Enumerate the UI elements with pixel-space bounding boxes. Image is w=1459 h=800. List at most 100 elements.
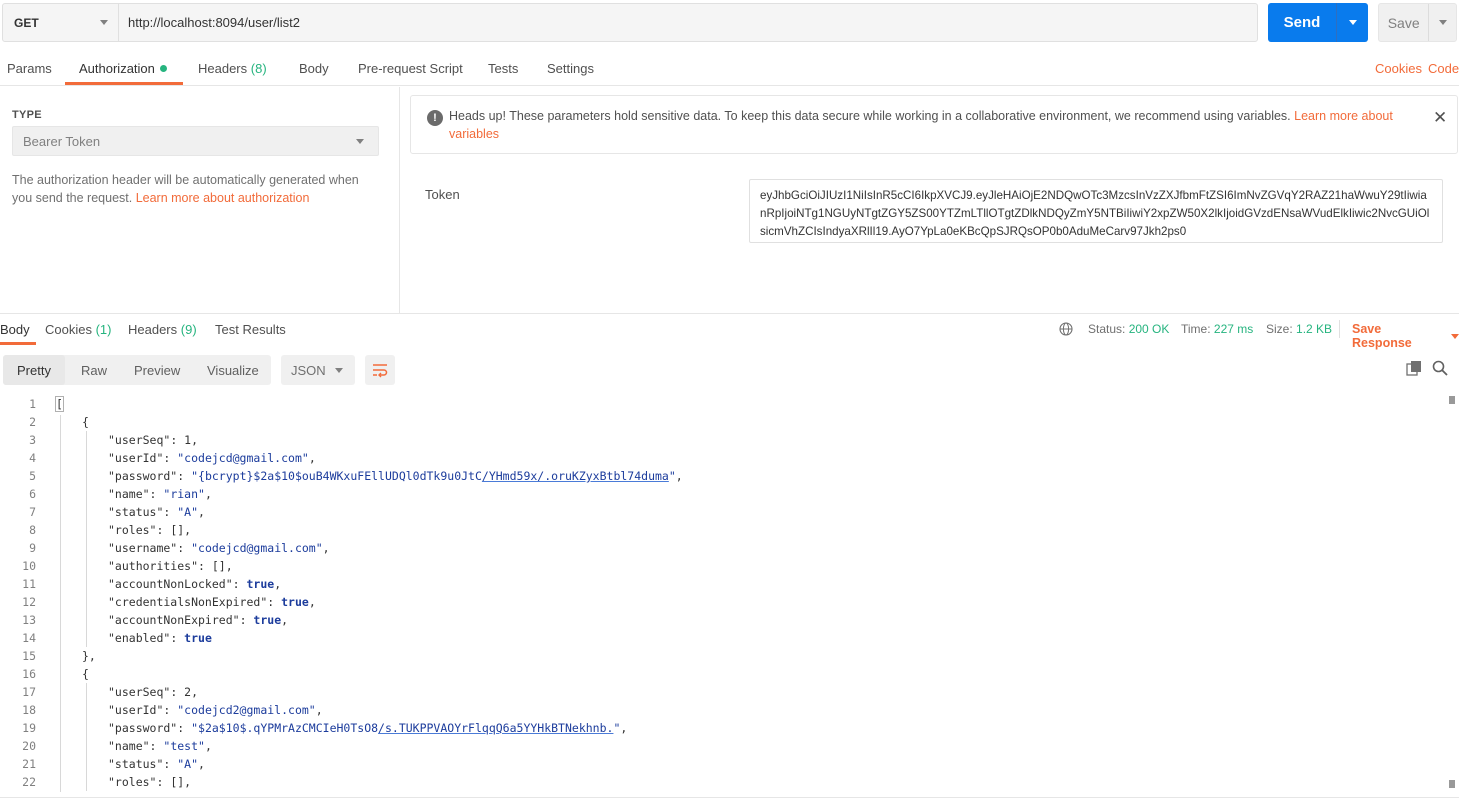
- chevron-down-icon: [356, 138, 364, 144]
- code-text: "userId": "codejcd2@gmail.com",: [108, 703, 323, 717]
- code-line: 16 {: [0, 665, 1440, 683]
- line-number: 17: [22, 685, 36, 699]
- code-text: "authorities": [],: [108, 559, 233, 573]
- wrap-lines-button[interactable]: [365, 355, 395, 385]
- code-line: 6 "name": "rian",: [0, 485, 1440, 503]
- code-text: "userSeq": 1,: [108, 433, 199, 447]
- code-line: 4 "userId": "codejcd@gmail.com",: [0, 449, 1440, 467]
- status-value: 200 OK: [1128, 322, 1170, 336]
- format-pretty[interactable]: Pretty: [17, 363, 51, 378]
- tab-headers[interactable]: Headers (8): [198, 61, 267, 76]
- active-tab-indicator: [65, 82, 183, 85]
- code-line: 13 "accountNonExpired": true,: [0, 611, 1440, 629]
- globe-icon[interactable]: [1059, 322, 1073, 336]
- line-number: 1: [29, 397, 36, 411]
- code-line: 21 "status": "A",: [0, 755, 1440, 773]
- code-text: "enabled": true: [108, 631, 212, 645]
- tab-params[interactable]: Params: [7, 61, 52, 76]
- line-number: 16: [22, 667, 36, 681]
- code-text: "roles": [],: [108, 523, 192, 537]
- tab-resp-headers-count: (9): [180, 322, 197, 337]
- save-response-label: Save Response: [1352, 322, 1412, 350]
- time-label: Time:: [1181, 322, 1211, 336]
- line-number: 21: [22, 757, 36, 771]
- tab-response-body[interactable]: Body: [0, 322, 30, 337]
- copy-icon[interactable]: [1406, 360, 1422, 376]
- language-value: JSON: [291, 362, 326, 378]
- line-number: 3: [29, 433, 36, 447]
- url-input[interactable]: http://localhost:8094/user/list2: [119, 4, 300, 41]
- auth-type-panel: TYPE Bearer Token The authorization head…: [0, 87, 400, 313]
- line-number: 5: [29, 469, 36, 483]
- indent-guide: [86, 683, 87, 791]
- auth-type-value: Bearer Token: [23, 133, 101, 149]
- tab-cookies-count: (1): [95, 322, 112, 337]
- cookies-link[interactable]: Cookies: [1375, 61, 1422, 76]
- line-number: 10: [22, 559, 36, 573]
- line-number: 14: [22, 631, 36, 645]
- type-label: TYPE: [12, 109, 42, 121]
- language-select[interactable]: JSON: [281, 355, 355, 385]
- indent-guide: [86, 431, 87, 647]
- send-options-button[interactable]: [1336, 3, 1368, 42]
- tab-response-cookies[interactable]: Cookies (1): [45, 322, 111, 337]
- scrollbar-up[interactable]: [1449, 396, 1455, 404]
- line-number: 11: [22, 577, 36, 591]
- close-icon[interactable]: ✕: [1433, 108, 1447, 128]
- time-readout: Time: 227 ms: [1181, 322, 1253, 336]
- code-text: {: [82, 667, 89, 681]
- code-text: "userSeq": 2,: [108, 685, 199, 699]
- method-select[interactable]: GET: [3, 4, 119, 41]
- code-text: "name": "rian",: [108, 487, 212, 501]
- save-label: Save: [1387, 14, 1420, 31]
- format-visualize[interactable]: Visualize: [207, 363, 259, 378]
- tab-prerequest-script[interactable]: Pre-request Script: [358, 61, 463, 76]
- code-line: 8 "roles": [],: [0, 521, 1440, 539]
- send-button[interactable]: Send: [1268, 3, 1368, 42]
- code-text: },: [82, 649, 96, 663]
- save-options-button[interactable]: [1428, 4, 1456, 41]
- tab-authorization-label: Authorization: [79, 61, 155, 76]
- code-line: 7 "status": "A",: [0, 503, 1440, 521]
- line-number: 12: [22, 595, 36, 609]
- search-icon[interactable]: [1432, 360, 1448, 376]
- auth-type-select[interactable]: Bearer Token: [12, 126, 379, 156]
- token-input[interactable]: eyJhbGciOiJIUzI1NiIsInR5cCI6IkpXVCJ9.eyJ…: [749, 179, 1443, 243]
- save-button[interactable]: Save: [1378, 3, 1457, 42]
- code-line: 3 "userSeq": 1,: [0, 431, 1440, 449]
- line-number: 2: [29, 415, 36, 429]
- tab-tests[interactable]: Tests: [488, 61, 518, 76]
- learn-more-authorization-link[interactable]: Learn more about authorization: [136, 191, 310, 205]
- format-preview[interactable]: Preview: [134, 363, 180, 378]
- code-line: 11 "accountNonLocked": true,: [0, 575, 1440, 593]
- response-format-tabs: Pretty Raw Preview Visualize: [3, 355, 271, 385]
- code-line: 1[: [0, 395, 1440, 413]
- code-line: 19 "password": "$2a$10$.qYPMrAzCMCIeH0TsO…: [0, 719, 1440, 737]
- code-link[interactable]: Code: [1428, 61, 1459, 76]
- size-value: 1.2 KB: [1296, 322, 1333, 336]
- send-label: Send: [1283, 14, 1321, 31]
- code-text: "credentialsNonExpired": true,: [108, 595, 316, 609]
- format-raw[interactable]: Raw: [81, 363, 107, 378]
- line-number: 22: [22, 775, 36, 789]
- code-text: "name": "test",: [108, 739, 212, 753]
- line-number: 19: [22, 721, 36, 735]
- chevron-down-icon: [1348, 20, 1357, 25]
- tab-headers-label: Headers: [198, 61, 248, 76]
- line-number: 20: [22, 739, 36, 753]
- tab-authorization[interactable]: Authorization: [79, 61, 167, 76]
- save-response-button[interactable]: Save Response: [1352, 322, 1459, 350]
- tab-test-results[interactable]: Test Results: [215, 322, 286, 337]
- response-body-editor[interactable]: 1[ 2 {3 "userSeq": 1, 4 "userId": "codejcd@gm…: [0, 395, 1459, 792]
- size-readout: Size: 1.2 KB: [1266, 322, 1332, 336]
- info-icon: !: [427, 110, 443, 126]
- tab-response-headers[interactable]: Headers (9): [128, 322, 197, 337]
- tab-body[interactable]: Body: [299, 61, 329, 76]
- chevron-down-icon: [1451, 333, 1459, 339]
- time-value: 227 ms: [1213, 322, 1254, 336]
- tab-settings[interactable]: Settings: [547, 61, 594, 76]
- line-number: 13: [22, 613, 36, 627]
- divider: [1339, 320, 1340, 338]
- sensitive-data-alert: ! Heads up! These parameters hold sensit…: [410, 95, 1458, 154]
- scrollbar-down[interactable]: [1449, 780, 1455, 788]
